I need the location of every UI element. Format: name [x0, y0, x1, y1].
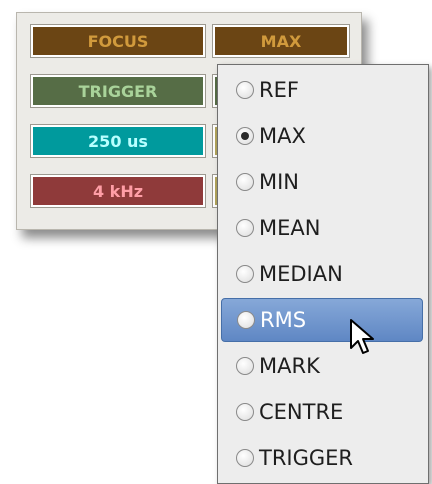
focus-button[interactable]: FOCUS — [30, 24, 206, 58]
mode-button[interactable]: MAX — [212, 24, 350, 58]
menu-item-min[interactable]: MIN — [221, 160, 423, 204]
radio-icon — [236, 127, 254, 145]
trigger-button[interactable]: TRIGGER — [30, 74, 206, 108]
radio-icon — [236, 403, 254, 421]
menu-item-label: MARK — [259, 354, 320, 378]
menu-item-label: MEDIAN — [259, 262, 343, 286]
frequency-button[interactable]: 4 kHz — [30, 174, 206, 208]
menu-item-rms[interactable]: RMS — [221, 298, 423, 342]
menu-item-label: RMS — [260, 308, 307, 332]
menu-item-label: MAX — [259, 124, 306, 148]
menu-item-mark[interactable]: MARK — [221, 344, 423, 388]
menu-item-label: MIN — [259, 170, 300, 194]
radio-icon — [236, 81, 254, 99]
menu-item-max[interactable]: MAX — [221, 114, 423, 158]
radio-icon — [236, 173, 254, 191]
menu-item-label: REF — [259, 78, 299, 102]
menu-item-label: CENTRE — [259, 400, 344, 424]
timebase-button[interactable]: 250 us — [30, 124, 206, 158]
radio-icon — [236, 357, 254, 375]
menu-item-median[interactable]: MEDIAN — [221, 252, 423, 296]
menu-item-trigger[interactable]: TRIGGER — [221, 436, 423, 480]
radio-icon — [236, 265, 254, 283]
menu-item-mean[interactable]: MEAN — [221, 206, 423, 250]
menu-item-ref[interactable]: REF — [221, 68, 423, 112]
radio-icon — [236, 219, 254, 237]
popup-menu: REF MAX MIN MEAN MEDIAN RMS MARK CENTRE … — [217, 64, 429, 484]
radio-icon — [236, 449, 254, 467]
menu-item-centre[interactable]: CENTRE — [221, 390, 423, 434]
menu-item-label: TRIGGER — [259, 446, 354, 470]
mouse-pointer-icon — [350, 319, 374, 354]
radio-icon — [237, 311, 255, 329]
menu-item-label: MEAN — [259, 216, 321, 240]
